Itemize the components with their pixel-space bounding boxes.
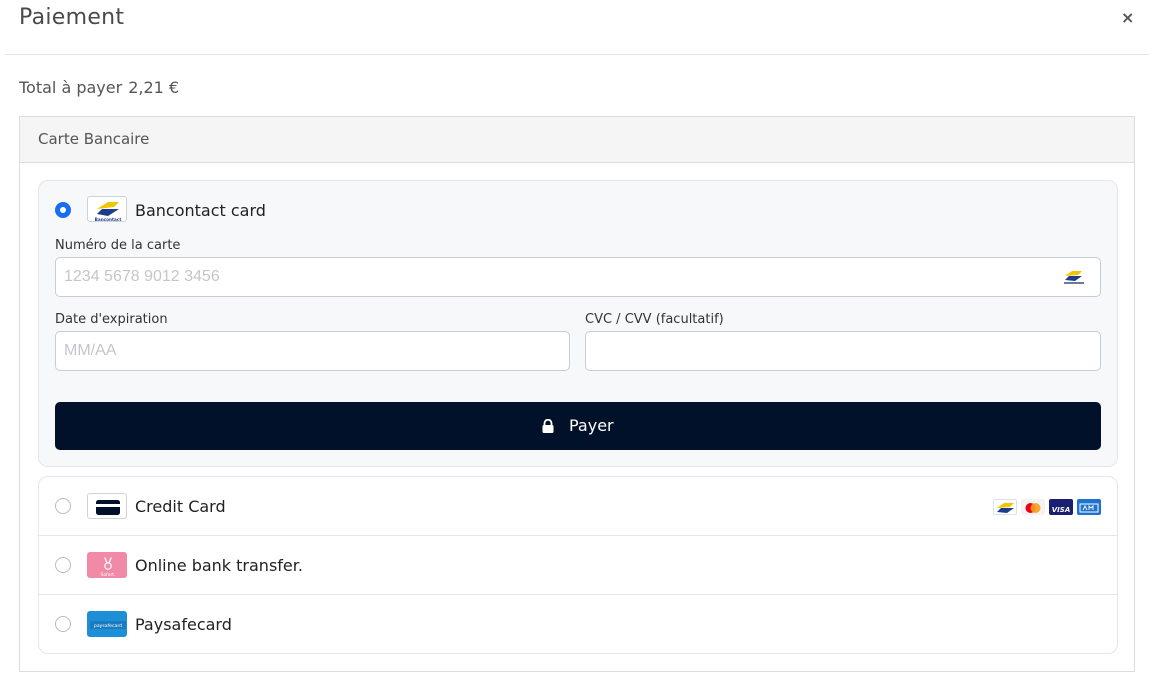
expiry-label: Date d'expiration [55, 312, 168, 327]
bank-transfer-label: Online bank transfer. [135, 556, 303, 575]
svg-text:Bancontact: Bancontact [95, 217, 122, 222]
payment-methods-panel: Carte Bancaire Bancontact Bancontact car… [19, 116, 1135, 672]
cvc-input[interactable] [585, 331, 1101, 371]
sofort-logo-icon: Sofort. [87, 552, 127, 578]
method-paysafecard[interactable]: paysafecard Paysafecard [39, 594, 1117, 653]
svg-text:paysafecard: paysafecard [94, 623, 122, 629]
bancontact-mini-icon [1064, 271, 1084, 284]
bancontact-radio[interactable] [55, 202, 71, 218]
mastercard-badge-icon [1021, 499, 1045, 515]
visa-badge-icon: VISA [1049, 499, 1073, 515]
total-label: Total à payer [19, 78, 123, 97]
pay-button-label: Payer [569, 416, 614, 435]
method-online-bank-transfer[interactable]: Sofort. Online bank transfer. [39, 535, 1117, 594]
credit-card-radio[interactable] [55, 498, 71, 514]
bancontact-logo-icon: Bancontact [87, 196, 127, 222]
total-row: Total à payer 2,21 € [19, 78, 179, 97]
modal-header: Paiement × [0, 0, 1159, 55]
total-amount: 2,21 € [128, 78, 180, 97]
paysafecard-radio[interactable] [55, 616, 71, 632]
svg-text:Sofort.: Sofort. [101, 572, 116, 578]
credit-card-label: Credit Card [135, 497, 226, 516]
close-icon[interactable]: × [1121, 8, 1134, 28]
method-bancontact: Bancontact Bancontact card Numéro de la … [38, 180, 1118, 467]
lock-icon [542, 419, 554, 433]
pay-button[interactable]: Payer [55, 402, 1101, 450]
bank-transfer-radio[interactable] [55, 557, 71, 573]
method-credit-card[interactable]: Credit Card VISA [39, 477, 1117, 536]
paysafecard-label: Paysafecard [135, 615, 232, 634]
expiry-input[interactable] [55, 331, 570, 371]
svg-text:VISA: VISA [1052, 506, 1070, 514]
header-divider [5, 54, 1149, 55]
credit-card-icon [87, 493, 127, 519]
card-number-input[interactable] [55, 257, 1101, 297]
bancontact-badge-icon [993, 499, 1017, 515]
cvc-label: CVC / CVV (facultatif) [585, 312, 724, 327]
amex-badge-icon [1077, 499, 1101, 515]
bancontact-label: Bancontact card [135, 201, 266, 220]
panel-header: Carte Bancaire [20, 117, 1134, 163]
card-number-label: Numéro de la carte [55, 238, 181, 253]
other-methods-list: Credit Card VISA Sofort. Online bank tra… [38, 476, 1118, 654]
modal-title: Paiement [19, 5, 125, 30]
paysafecard-logo-icon: paysafecard [87, 611, 127, 637]
